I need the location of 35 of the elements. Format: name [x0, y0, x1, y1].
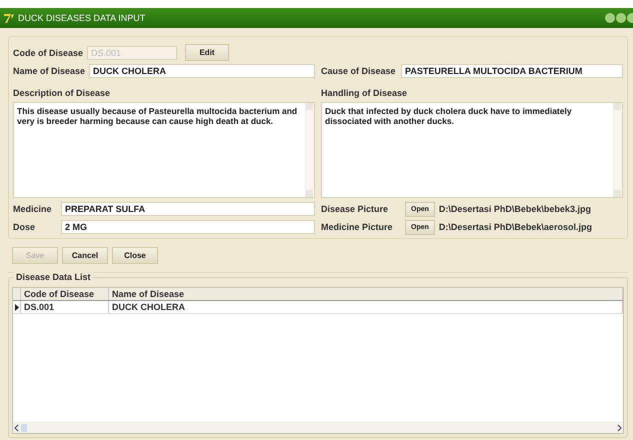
- text-area[interactable]: Duck that infected by duck cholera duck have to immediately dissociated with another ducks.: [321, 102, 623, 198]
- file-path: D:\Desertasi PhD\Bebek\bebek3.jpg: [438, 204, 591, 214]
- edit-button[interactable]: Edit: [185, 44, 230, 61]
- input-field[interactable]: PREPARAT SULFA: [61, 202, 315, 216]
- action-button[interactable]: Close: [112, 247, 158, 264]
- field-label: Handling of Disease: [321, 88, 408, 98]
- input-field[interactable]: DUCK CHOLERA: [89, 64, 315, 78]
- scrollbar[interactable]: [305, 103, 314, 197]
- file-path: D:\Desertasi PhD\Bebek\aerosol.jpg: [438, 222, 592, 232]
- close-button[interactable]: [627, 13, 633, 23]
- logo-icon: [3, 12, 15, 24]
- input-field[interactable]: PASTEURELLA MULTOCIDA BACTERIUM: [401, 64, 623, 78]
- minimize-button[interactable]: [605, 13, 615, 23]
- scroll-left-icon[interactable]: [13, 424, 27, 432]
- field-label: Disease Picture: [321, 204, 390, 214]
- window-title: DUCK DISEASES DATA INPUT: [18, 13, 146, 23]
- group-title: Disease Data List: [14, 272, 93, 282]
- input-field[interactable]: 2 MG: [61, 220, 315, 234]
- maximize-button[interactable]: [616, 13, 626, 23]
- table-cell: DS.001: [21, 301, 109, 313]
- field-label: Code of Disease: [13, 48, 84, 58]
- column-header[interactable]: Code of Disease: [21, 288, 109, 300]
- field-label: Medicine: [13, 204, 53, 214]
- field-label: Cause of Disease: [321, 66, 397, 76]
- table-cell: DUCK CHOLERA: [109, 301, 623, 313]
- field-label: Description of Disease: [13, 88, 112, 98]
- field-label: Dose: [13, 222, 36, 232]
- text-area[interactable]: This disease usually because of Pasteurella multocida bacterium and very is breeder harming because can cause high death at duck.: [13, 102, 315, 198]
- action-button[interactable]: Cancel: [62, 247, 108, 264]
- field-label: Name of Disease: [13, 66, 86, 76]
- field-label: Medicine Picture: [321, 222, 394, 232]
- scrollbar[interactable]: [613, 103, 622, 197]
- scroll-right-icon[interactable]: [615, 424, 623, 432]
- column-header[interactable]: Name of Disease: [109, 288, 623, 300]
- scrollbar[interactable]: [13, 422, 623, 433]
